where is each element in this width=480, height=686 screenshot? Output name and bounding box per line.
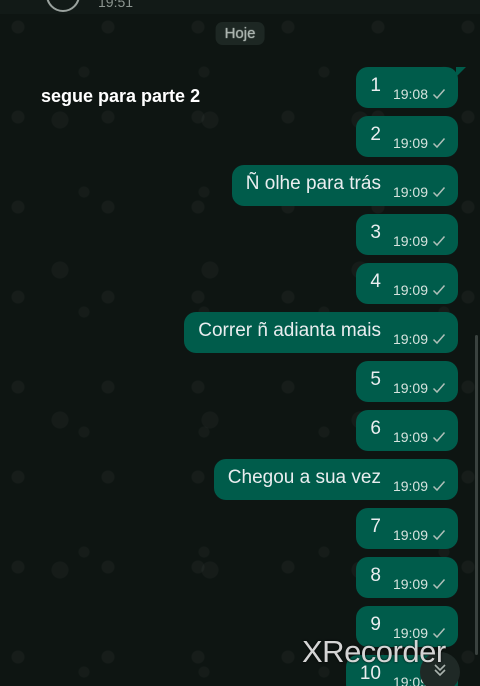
status-time: 19:51 bbox=[98, 0, 134, 10]
message-bubble[interactable]: 7 19:09 bbox=[356, 508, 458, 549]
recorder-watermark: XRecorder bbox=[302, 634, 446, 669]
single-check-icon bbox=[432, 185, 446, 199]
message-meta: 19:09 bbox=[393, 331, 458, 347]
message-text: 2 bbox=[370, 124, 381, 145]
message-text: Correr ñ adianta mais bbox=[198, 320, 381, 341]
message-time: 19:09 bbox=[392, 576, 428, 592]
message-meta: 19:09 bbox=[393, 282, 458, 298]
single-check-icon bbox=[432, 332, 446, 346]
message-meta: 19:09 bbox=[393, 135, 458, 151]
single-check-icon bbox=[432, 234, 446, 248]
top-bar: 19:51 bbox=[0, 0, 480, 14]
message-text: 8 bbox=[370, 565, 381, 586]
message-bubble[interactable]: 5 19:09 bbox=[356, 361, 458, 402]
video-caption: segue para parte 2 bbox=[41, 86, 201, 106]
message-bubble[interactable]: 3 19:09 bbox=[356, 214, 458, 255]
message-bubble[interactable]: 2 19:09 bbox=[356, 116, 458, 157]
message-text: Ñ olhe para trás bbox=[245, 173, 381, 194]
message-meta: 19:09 bbox=[393, 380, 458, 396]
message-time: 19:09 bbox=[392, 331, 428, 347]
scrollbar[interactable] bbox=[475, 335, 478, 655]
message-time: 19:09 bbox=[392, 282, 428, 298]
message-time: 19:09 bbox=[392, 135, 428, 151]
message-bubble[interactable]: 1 19:08 bbox=[356, 67, 466, 108]
message-time: 19:09 bbox=[392, 184, 428, 200]
message-text: Chegou a sua vez bbox=[227, 467, 381, 488]
single-check-icon bbox=[432, 136, 446, 150]
single-check-icon bbox=[432, 577, 446, 591]
message-time: 19:09 bbox=[392, 527, 428, 543]
single-check-icon bbox=[432, 479, 446, 493]
message-time: 19:09 bbox=[392, 429, 428, 445]
message-meta: 19:09 bbox=[393, 429, 458, 445]
message-time: 19:09 bbox=[392, 478, 428, 494]
message-meta: 19:09 bbox=[393, 527, 458, 543]
message-meta: 19:08 bbox=[393, 86, 458, 102]
single-check-icon bbox=[432, 87, 446, 101]
message-bubble[interactable]: 6 19:09 bbox=[356, 410, 458, 451]
message-bubble[interactable]: Chegou a sua vez 19:09 bbox=[213, 459, 458, 500]
single-check-icon bbox=[432, 430, 446, 444]
message-text: 5 bbox=[370, 369, 381, 390]
message-meta: 19:09 bbox=[393, 576, 458, 592]
message-meta: 19:09 bbox=[393, 184, 458, 200]
message-text: 1 bbox=[370, 75, 381, 96]
message-bubble[interactable]: Ñ olhe para trás 19:09 bbox=[231, 165, 458, 206]
message-text: 3 bbox=[370, 222, 381, 243]
message-meta: 19:09 bbox=[393, 478, 458, 494]
message-text: 4 bbox=[370, 271, 381, 292]
single-check-icon bbox=[432, 283, 446, 297]
date-chip: Hoje bbox=[215, 22, 265, 45]
message-bubble[interactable]: 8 19:09 bbox=[356, 557, 458, 598]
contact-avatar[interactable] bbox=[46, 0, 80, 12]
message-time: 19:09 bbox=[392, 380, 428, 396]
chat-screen: 19:51 Hoje segue para parte 2 1 19:08 2 19:… bbox=[0, 0, 480, 686]
message-text: 6 bbox=[370, 418, 381, 439]
message-text: 9 bbox=[370, 614, 381, 635]
single-check-icon bbox=[432, 381, 446, 395]
message-time: 19:08 bbox=[392, 86, 428, 102]
message-text: 7 bbox=[370, 516, 381, 537]
message-time: 19:09 bbox=[392, 233, 428, 249]
message-meta: 19:09 bbox=[393, 233, 458, 249]
message-bubble[interactable]: 4 19:09 bbox=[356, 263, 458, 304]
message-bubble[interactable]: Correr ñ adianta mais 19:09 bbox=[184, 312, 458, 353]
single-check-icon bbox=[432, 528, 446, 542]
